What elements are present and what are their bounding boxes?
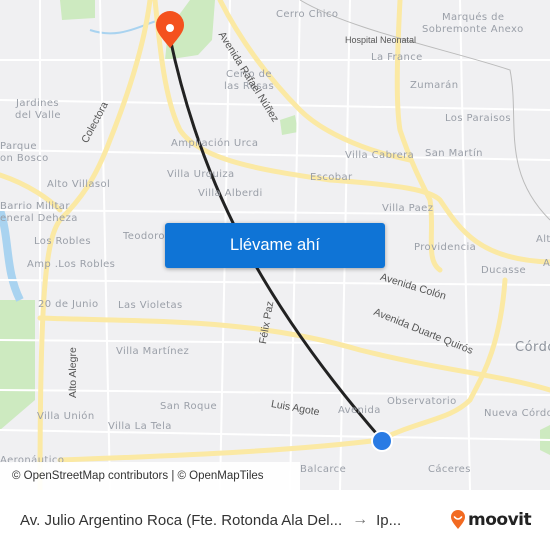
map-label: Marqués de: [442, 12, 505, 23]
map-label: Los Robles: [34, 236, 92, 247]
map-label: Avenida: [338, 405, 381, 416]
moovit-pin-icon: [451, 510, 465, 529]
map-label: del Valle: [15, 110, 61, 121]
map-label: eneral Deheza: [0, 213, 78, 224]
origin-dot[interactable]: [373, 432, 391, 450]
map-label: Villa Unión: [37, 411, 95, 422]
map-label: Villa Alberdi: [198, 188, 263, 199]
map-label: Jardines: [16, 98, 60, 109]
map-label: La France: [371, 52, 423, 63]
map-label: 20 de Junio: [38, 299, 99, 310]
map-label: Balcarce: [300, 464, 347, 475]
map-label: Alto Villasol: [47, 179, 111, 190]
park-area: [0, 300, 35, 430]
map-label: Cáceres: [428, 464, 471, 475]
map-label: Barrio Militar: [0, 201, 70, 212]
map-attribution[interactable]: © OpenStreetMap contributors | © OpenMap…: [0, 462, 300, 490]
map-label: on Bosco: [0, 153, 49, 164]
route-summary: Av. Julio Argentino Roca (Fte. Rotonda A…: [20, 490, 401, 550]
attribution-text[interactable]: © OpenStreetMap contributors | © OpenMap…: [12, 470, 264, 482]
take-me-there-button[interactable]: Llévame ahí: [165, 223, 385, 268]
brand-name: moovit: [468, 510, 532, 530]
map-label: Escobar: [310, 172, 353, 183]
map-label: Observatorio: [387, 396, 457, 407]
map-label: Sobremonte Anexo: [422, 24, 524, 35]
map-label: San Roque: [160, 401, 218, 412]
poi-label: Hospital Neonatal: [345, 35, 417, 45]
map-label: Villa La Tela: [108, 421, 172, 432]
map-label: Los Paraisos: [445, 113, 511, 124]
city-label: Córdo: [515, 340, 550, 355]
map-label: San Martín: [425, 148, 483, 159]
map-label: Amp .Los Robles: [27, 259, 116, 270]
moovit-logo[interactable]: moovit: [450, 490, 532, 550]
map-label: Villa Urquiza: [167, 169, 235, 180]
map-label: A: [543, 258, 550, 269]
arrow-right-icon: →: [352, 511, 369, 528]
map-view[interactable]: Cerro Chico Marqués de Sobremonte Anexo …: [0, 0, 550, 490]
map-label: Villa Martínez: [116, 346, 190, 357]
map-label: Nueva Córdo: [484, 408, 550, 419]
map-label: Teodoro: [123, 231, 165, 242]
map-label: Cerro Chico: [276, 9, 339, 20]
map-label: Providencia: [414, 242, 477, 253]
map-label: Villa Cabrera: [345, 150, 415, 161]
route-footer: Av. Julio Argentino Roca (Fte. Rotonda A…: [0, 490, 550, 550]
map-label: Villa Paez: [382, 203, 434, 214]
map-label: Ducasse: [481, 265, 527, 276]
street-label: Alto Alegre: [67, 347, 79, 398]
map-label: Ampliación Urca: [171, 138, 259, 149]
origin-name: Av. Julio Argentino Roca (Fte. Rotonda A…: [20, 511, 343, 529]
map-label: Alta: [536, 234, 550, 245]
park-area: [60, 0, 95, 20]
map-label: Parque: [0, 141, 37, 152]
destination-name: Ip...: [376, 511, 402, 529]
park-area: [280, 115, 298, 135]
map-label: Las Violetas: [118, 300, 183, 311]
map-label: Zumarán: [410, 80, 459, 91]
